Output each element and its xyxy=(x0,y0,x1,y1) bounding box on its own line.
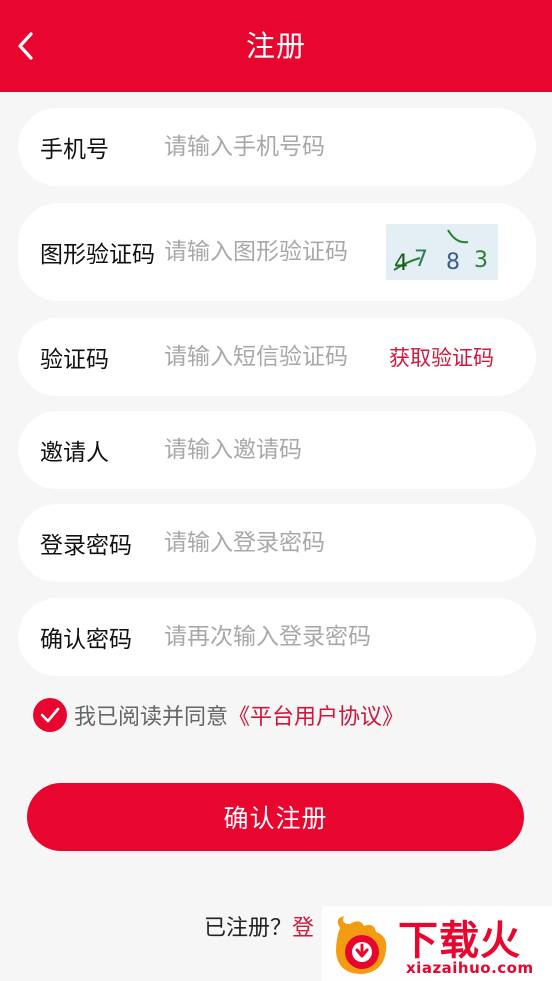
captcha-char-4: 3 xyxy=(474,248,488,273)
get-code-button[interactable]: 获取验证码 xyxy=(389,318,494,396)
login-prompt-text: 已注册？ xyxy=(204,916,293,941)
agreement-link[interactable]: 《平台用户协议》 xyxy=(228,699,404,731)
captcha-input[interactable] xyxy=(164,203,374,301)
checkmark-icon xyxy=(40,707,60,723)
inviter-label: 邀请人 xyxy=(40,440,109,466)
phone-row: 手机号 xyxy=(18,108,536,186)
login-link[interactable]: 登 xyxy=(292,916,314,941)
flame-logo-icon xyxy=(336,916,387,974)
confirm-password-label: 确认密码 xyxy=(40,627,132,653)
password-label: 登录密码 xyxy=(40,533,132,559)
captcha-char-2: 7 xyxy=(414,247,428,272)
inviter-row: 邀请人 xyxy=(18,411,536,489)
agreement-checkbox[interactable] xyxy=(33,698,67,732)
login-prompt: 已注册？登 xyxy=(204,910,314,942)
sms-label: 验证码 xyxy=(40,347,109,373)
inviter-input[interactable] xyxy=(164,411,504,489)
watermark-url: xiazaihuo.com xyxy=(406,959,534,977)
phone-input[interactable] xyxy=(164,108,504,186)
agreement-row: 我已阅读并同意 《平台用户协议》 xyxy=(33,697,404,733)
watermark-name: 下载火 xyxy=(398,918,521,964)
captcha-image[interactable]: 4 7 8 3 xyxy=(386,224,498,280)
password-row: 登录密码 xyxy=(18,504,536,582)
captcha-label: 图形验证码 xyxy=(40,242,155,268)
captcha-graphic: 4 7 8 3 xyxy=(393,229,488,276)
sms-row: 验证码 获取验证码 xyxy=(18,318,536,396)
password-input[interactable] xyxy=(164,504,504,582)
agreement-text: 我已阅读并同意 xyxy=(74,705,229,730)
captcha-char-1: 4 xyxy=(394,251,408,276)
confirm-password-input[interactable] xyxy=(164,598,504,676)
page-title: 注册 xyxy=(245,29,306,63)
app-header: 注册 xyxy=(0,0,552,92)
watermark: 下载火 xiazaihuo.com xyxy=(322,906,552,981)
sms-input[interactable] xyxy=(164,318,374,396)
submit-register-button[interactable]: 确认注册 xyxy=(27,783,524,851)
captcha-char-3: 8 xyxy=(446,250,460,275)
confirm-password-row: 确认密码 xyxy=(18,598,536,676)
phone-label: 手机号 xyxy=(40,137,109,163)
captcha-row: 图形验证码 4 7 8 3 xyxy=(18,203,536,301)
